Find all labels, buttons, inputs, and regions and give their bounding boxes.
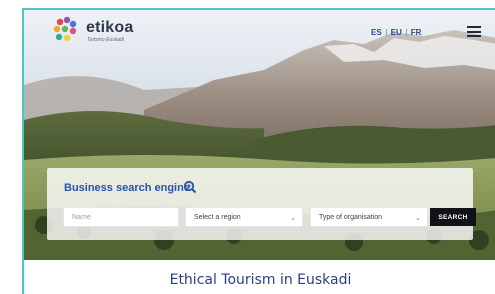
site-logo[interactable]: etikoa Turismo Euskadi <box>52 16 172 46</box>
flower-logo-icon <box>53 16 77 42</box>
chevron-down-icon: ⌄ <box>290 215 296 222</box>
section-title: Ethical Tourism in Euskadi <box>169 272 352 288</box>
name-input[interactable]: Name <box>63 207 179 227</box>
search-icon <box>183 180 197 194</box>
brand-tagline: Turismo Euskadi <box>87 37 124 43</box>
organisation-type-select[interactable]: Type of organisation ⌄ <box>310 207 428 227</box>
lang-es-link[interactable]: ES <box>367 28 386 37</box>
search-engine-title: Business search engine <box>64 182 190 194</box>
lang-fr-link[interactable]: FR <box>407 28 426 37</box>
site-header: etikoa Turismo Euskadi ES EU FR <box>24 10 495 52</box>
region-select-label: Select a region <box>194 213 241 221</box>
language-switcher: ES EU FR <box>367 26 425 38</box>
business-search-panel: Business search engine Name Select a reg… <box>47 168 476 240</box>
organisation-select-label: Type of organisation <box>319 213 383 221</box>
chevron-down-icon: ⌄ <box>415 215 421 222</box>
lang-eu-link[interactable]: EU <box>387 28 406 37</box>
brand-name: etikoa <box>86 19 134 36</box>
hamburger-icon[interactable] <box>467 26 481 37</box>
browser-viewport: etikoa Turismo Euskadi ES EU FR Business… <box>22 8 495 294</box>
region-select[interactable]: Select a region ⌄ <box>185 207 303 227</box>
search-button[interactable]: SEARCH <box>430 208 476 226</box>
